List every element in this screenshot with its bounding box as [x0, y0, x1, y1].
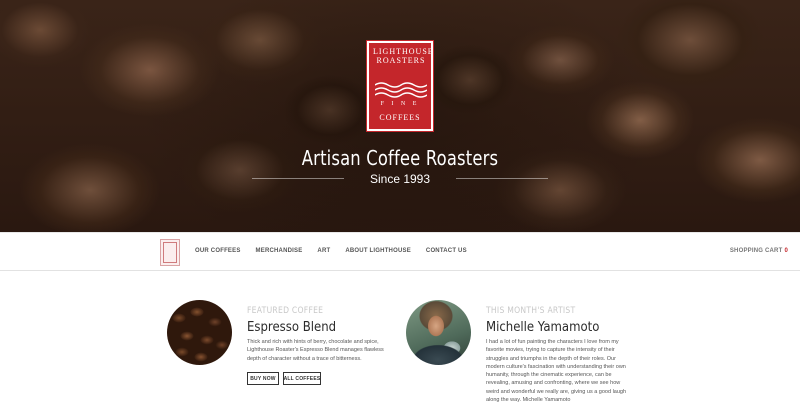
artist-name[interactable]: Michelle Yamamoto: [486, 320, 599, 335]
nav-art[interactable]: ART: [317, 248, 330, 254]
cart-count: 0: [784, 248, 788, 254]
hero-title: Artisan Coffee Roasters: [301, 146, 499, 170]
nav-merchandise[interactable]: MERCHANDISE: [256, 248, 303, 254]
shopping-cart-link[interactable]: SHOPPING CART 0: [730, 248, 788, 254]
featured-kicker: FEATURED COFFEE: [247, 306, 324, 316]
featured-description: Thick and rich with hints of berry, choc…: [247, 339, 384, 362]
lighthouse-roasters-logo[interactable]: LIGHTHOUSE ROASTERS F I N E COFFEES: [366, 40, 434, 132]
artist-statement: I had a lot of fun painting the characte…: [486, 339, 627, 402]
logo-wordmark: LIGHTHOUSE ROASTERS: [373, 47, 434, 65]
hero-subtitle: Since 1993: [369, 172, 431, 186]
waves-icon: [375, 82, 427, 98]
logo-coffees: COFFEES: [379, 113, 421, 122]
main-navigation: OUR COFFEES MERCHANDISE ART ABOUT LIGHTH…: [0, 232, 800, 271]
nav-logo[interactable]: [160, 239, 180, 266]
nav-contact-us[interactable]: CONTACT US: [426, 248, 467, 254]
artist-portrait[interactable]: [406, 300, 471, 365]
all-coffees-button[interactable]: ALL COFFEES: [283, 372, 321, 385]
cart-label: SHOPPING CART: [729, 248, 783, 254]
logo-fine: F I N E: [380, 101, 420, 107]
artist-kicker: THIS MONTH'S ARTIST: [486, 306, 576, 316]
nav-our-coffees[interactable]: OUR COFFEES: [195, 248, 241, 254]
nav-about-lighthouse[interactable]: ABOUT LIGHTHOUSE: [345, 248, 411, 254]
logo-line-2: ROASTERS: [376, 56, 426, 65]
espresso-beans-image[interactable]: [167, 300, 232, 365]
featured-title[interactable]: Espresso Blend: [247, 320, 336, 335]
nav-links: OUR COFFEES MERCHANDISE ART ABOUT LIGHTH…: [195, 248, 482, 254]
logo-line-1: LIGHTHOUSE: [373, 47, 434, 56]
buy-now-button[interactable]: BUY NOW: [247, 372, 279, 385]
hero-banner: LIGHTHOUSE ROASTERS F I N E COFFEES Arti…: [0, 0, 800, 232]
